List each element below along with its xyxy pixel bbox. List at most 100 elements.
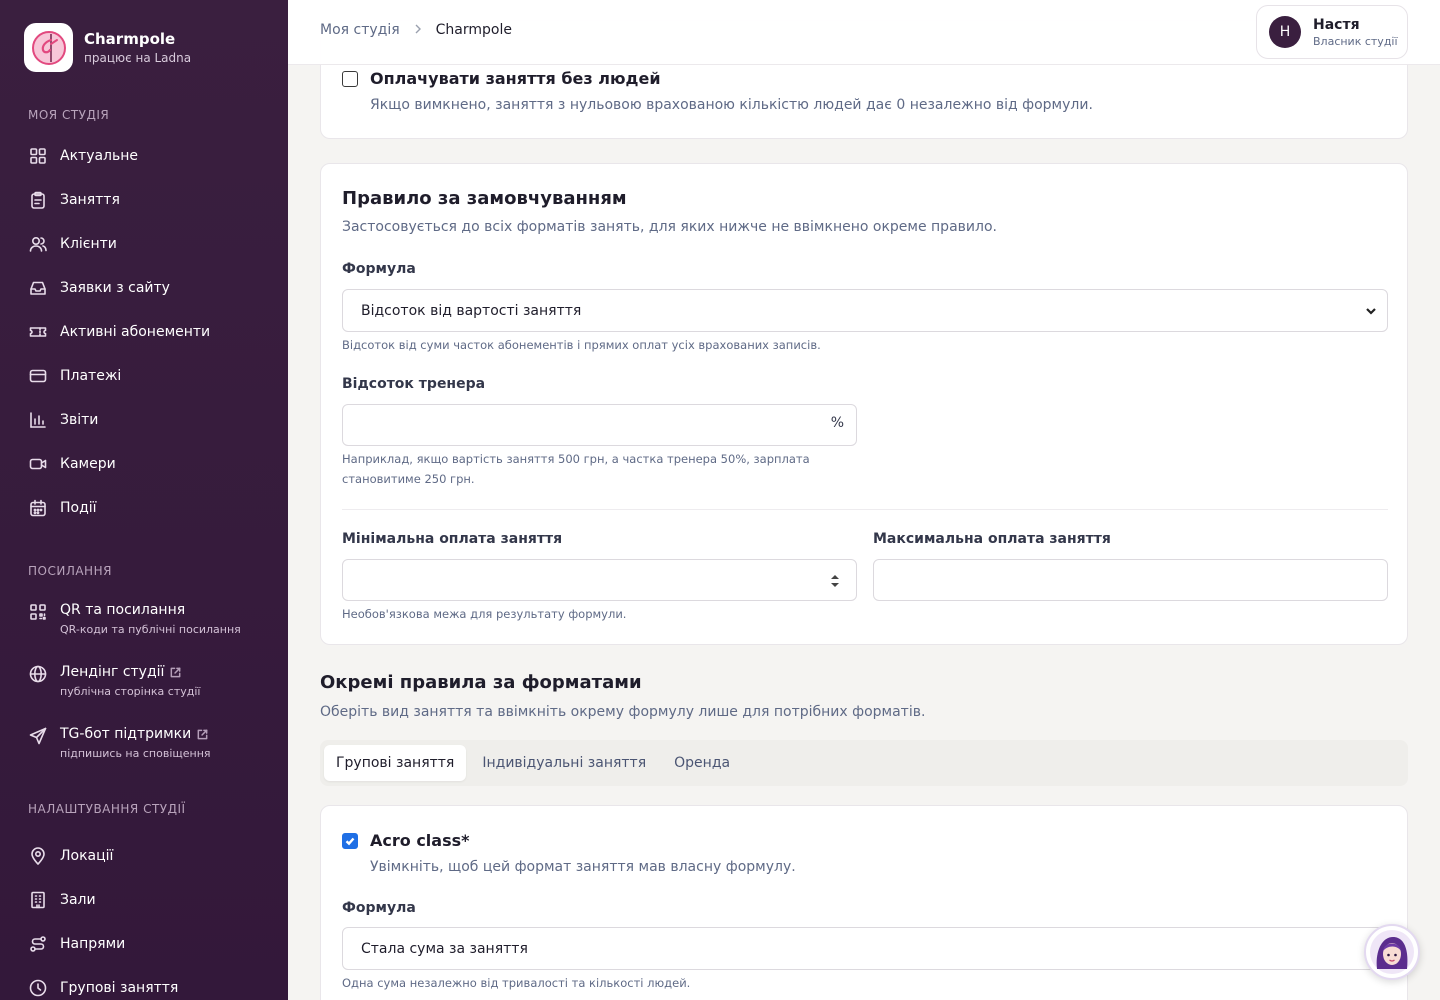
sidebar-item-subscriptions[interactable]: Активні абонементи xyxy=(0,310,288,354)
sidebar-item-label: Камери xyxy=(60,456,116,472)
percent-input[interactable]: % xyxy=(342,404,857,446)
sidebar-item-events[interactable]: Події xyxy=(0,486,288,530)
brand-logo xyxy=(24,23,73,72)
assistant-avatar-icon xyxy=(1370,930,1414,974)
section-label-settings: НАЛАШТУВАННЯ СТУДІЇ xyxy=(28,802,186,816)
credit-card-icon xyxy=(28,366,48,386)
pay-empty-title: Оплачувати заняття без людей xyxy=(370,69,661,88)
sidebar-item-payments[interactable]: Платежі xyxy=(0,354,288,398)
sidebar-item-label: Напрями xyxy=(60,936,126,952)
section-label-links: ПОСИЛАННЯ xyxy=(28,564,112,578)
tab-rent[interactable]: Оренда xyxy=(662,745,742,781)
format-rules-subtitle: Оберіть вид заняття та ввімкніть окрему … xyxy=(320,704,926,720)
user-menu-button[interactable]: Н Настя Власник студії xyxy=(1256,5,1408,59)
sidebar-item-sub: публічна сторінка студії xyxy=(60,685,201,698)
sidebar-item-label: Зали xyxy=(60,892,96,908)
min-pay-label: Мінімальна оплата заняття xyxy=(342,531,563,547)
section-label-studio: МОЯ СТУДІЯ xyxy=(28,108,110,122)
calendar-icon xyxy=(28,498,48,518)
sidebar-item-label: Платежі xyxy=(60,368,122,384)
sidebar: Charmpole працює на Ladna МОЯ СТУДІЯ Акт… xyxy=(0,0,288,1000)
bar-chart-icon xyxy=(28,410,48,430)
sidebar-item-label: Локації xyxy=(60,848,114,864)
breadcrumb-current: Charmpole xyxy=(435,22,512,38)
avatar: Н xyxy=(1269,16,1301,48)
users-icon xyxy=(28,234,48,254)
brand-sub: працює на Ladna xyxy=(84,50,192,65)
sidebar-item-group-classes[interactable]: Групові заняття xyxy=(0,966,288,1000)
formula-select-value: Відсоток від вартості заняття xyxy=(361,302,582,319)
qr-icon xyxy=(28,602,48,622)
default-rule-card: Правило за замовчуванням Застосовується … xyxy=(320,163,1408,645)
pay-empty-checkbox[interactable] xyxy=(342,71,358,87)
acro-formula-select-value: Стала сума за заняття xyxy=(361,940,528,957)
route-icon xyxy=(28,934,48,954)
default-rule-title: Правило за замовчуванням xyxy=(342,188,627,209)
sidebar-item-label: Актуальне xyxy=(60,148,139,164)
sidebar-item-landing[interactable]: Лендінг студії публічна сторінка студії xyxy=(0,662,288,724)
sidebar-item-cameras[interactable]: Камери xyxy=(0,442,288,486)
format-rules-title: Окремі правила за форматами xyxy=(320,672,642,693)
default-rule-subtitle: Застосовується до всіх форматів занять, … xyxy=(342,219,997,235)
brand[interactable]: Charmpole працює на Ladna xyxy=(0,0,288,72)
sidebar-item-reports[interactable]: Звіти xyxy=(0,398,288,442)
main-content: Моя студія Charmpole Н Настя Власник сту… xyxy=(288,0,1440,1000)
send-icon xyxy=(28,726,48,746)
number-spinner-icon[interactable] xyxy=(830,572,840,590)
sidebar-item-sub: QR-коди та публічні посилання xyxy=(60,623,241,636)
sidebar-item-clients[interactable]: Клієнти xyxy=(0,222,288,266)
breadcrumb: Моя студія Charmpole xyxy=(320,22,512,38)
building-icon xyxy=(28,890,48,910)
chevron-right-icon xyxy=(414,23,422,37)
sidebar-item-directions[interactable]: Напрями xyxy=(0,922,288,966)
max-pay-input[interactable] xyxy=(873,559,1388,601)
acro-class-title: Acro class* xyxy=(370,831,470,850)
sidebar-item-label: Групові заняття xyxy=(60,980,179,996)
percent-label: Відсоток тренера xyxy=(342,376,486,392)
sidebar-item-label: Лендінг студії xyxy=(60,664,165,680)
sidebar-item-label: Клієнти xyxy=(60,236,117,252)
acro-class-checkbox[interactable] xyxy=(342,833,358,849)
assistant-chat-button[interactable] xyxy=(1364,924,1420,980)
sidebar-item-requests[interactable]: Заявки з сайту xyxy=(0,266,288,310)
percent-suffix: % xyxy=(830,415,844,431)
formula-hint: Відсоток від суми часток абонементів і п… xyxy=(342,338,821,352)
chevron-down-icon xyxy=(1365,305,1377,317)
pole-dancer-logo-icon xyxy=(31,30,66,65)
sidebar-item-tg-bot[interactable]: TG-бот підтримки підпишись на сповіщення xyxy=(0,724,288,786)
tab-individual-classes[interactable]: Індивідуальні заняття xyxy=(470,745,658,781)
formula-label: Формула xyxy=(342,261,416,277)
acro-class-desc: Увімкніть, щоб цей формат заняття мав вл… xyxy=(370,859,796,875)
brand-name: Charmpole xyxy=(84,29,176,48)
map-pin-icon xyxy=(28,846,48,866)
external-link-icon xyxy=(171,667,181,677)
acro-class-card: Acro class* Увімкніть, щоб цей формат за… xyxy=(320,805,1408,1000)
sidebar-item-label: Події xyxy=(60,500,97,516)
sidebar-item-classes[interactable]: Заняття xyxy=(0,178,288,222)
clock-icon xyxy=(28,978,48,998)
sidebar-item-locations[interactable]: Локації xyxy=(0,834,288,878)
tab-group-classes[interactable]: Групові заняття xyxy=(324,745,467,781)
acro-formula-select[interactable]: Стала сума за заняття xyxy=(342,927,1388,970)
sidebar-item-halls[interactable]: Зали xyxy=(0,878,288,922)
max-pay-label: Максимальна оплата заняття xyxy=(873,531,1111,547)
pay-empty-desc: Якщо вимкнено, заняття з нульовою врахов… xyxy=(370,97,1093,113)
clipboard-icon xyxy=(28,190,48,210)
grid-icon xyxy=(28,146,48,166)
user-role: Власник студії xyxy=(1313,34,1398,48)
sidebar-item-label: Активні абонементи xyxy=(60,324,211,340)
min-pay-input[interactable] xyxy=(342,559,857,601)
sidebar-item-label: TG-бот підтримки xyxy=(60,726,192,742)
globe-icon xyxy=(28,664,48,684)
sidebar-item-sub: підпишись на сповіщення xyxy=(60,747,211,760)
formula-select[interactable]: Відсоток від вартості заняття xyxy=(342,289,1388,332)
sidebar-item-label: Звіти xyxy=(60,412,99,428)
format-tabs: Групові заняття Індивідуальні заняття Ор… xyxy=(320,740,1408,786)
percent-hint: Наприклад, якщо вартість заняття 500 грн… xyxy=(342,452,810,486)
sidebar-item-qr[interactable]: QR та посилання QR-коди та публічні поси… xyxy=(0,600,288,662)
min-pay-hint: Необов'язкова межа для результату формул… xyxy=(342,607,627,621)
breadcrumb-root-link[interactable]: Моя студія xyxy=(320,22,400,38)
inbox-icon xyxy=(28,278,48,298)
video-icon xyxy=(28,454,48,474)
sidebar-item-actual[interactable]: Актуальне xyxy=(0,134,288,178)
